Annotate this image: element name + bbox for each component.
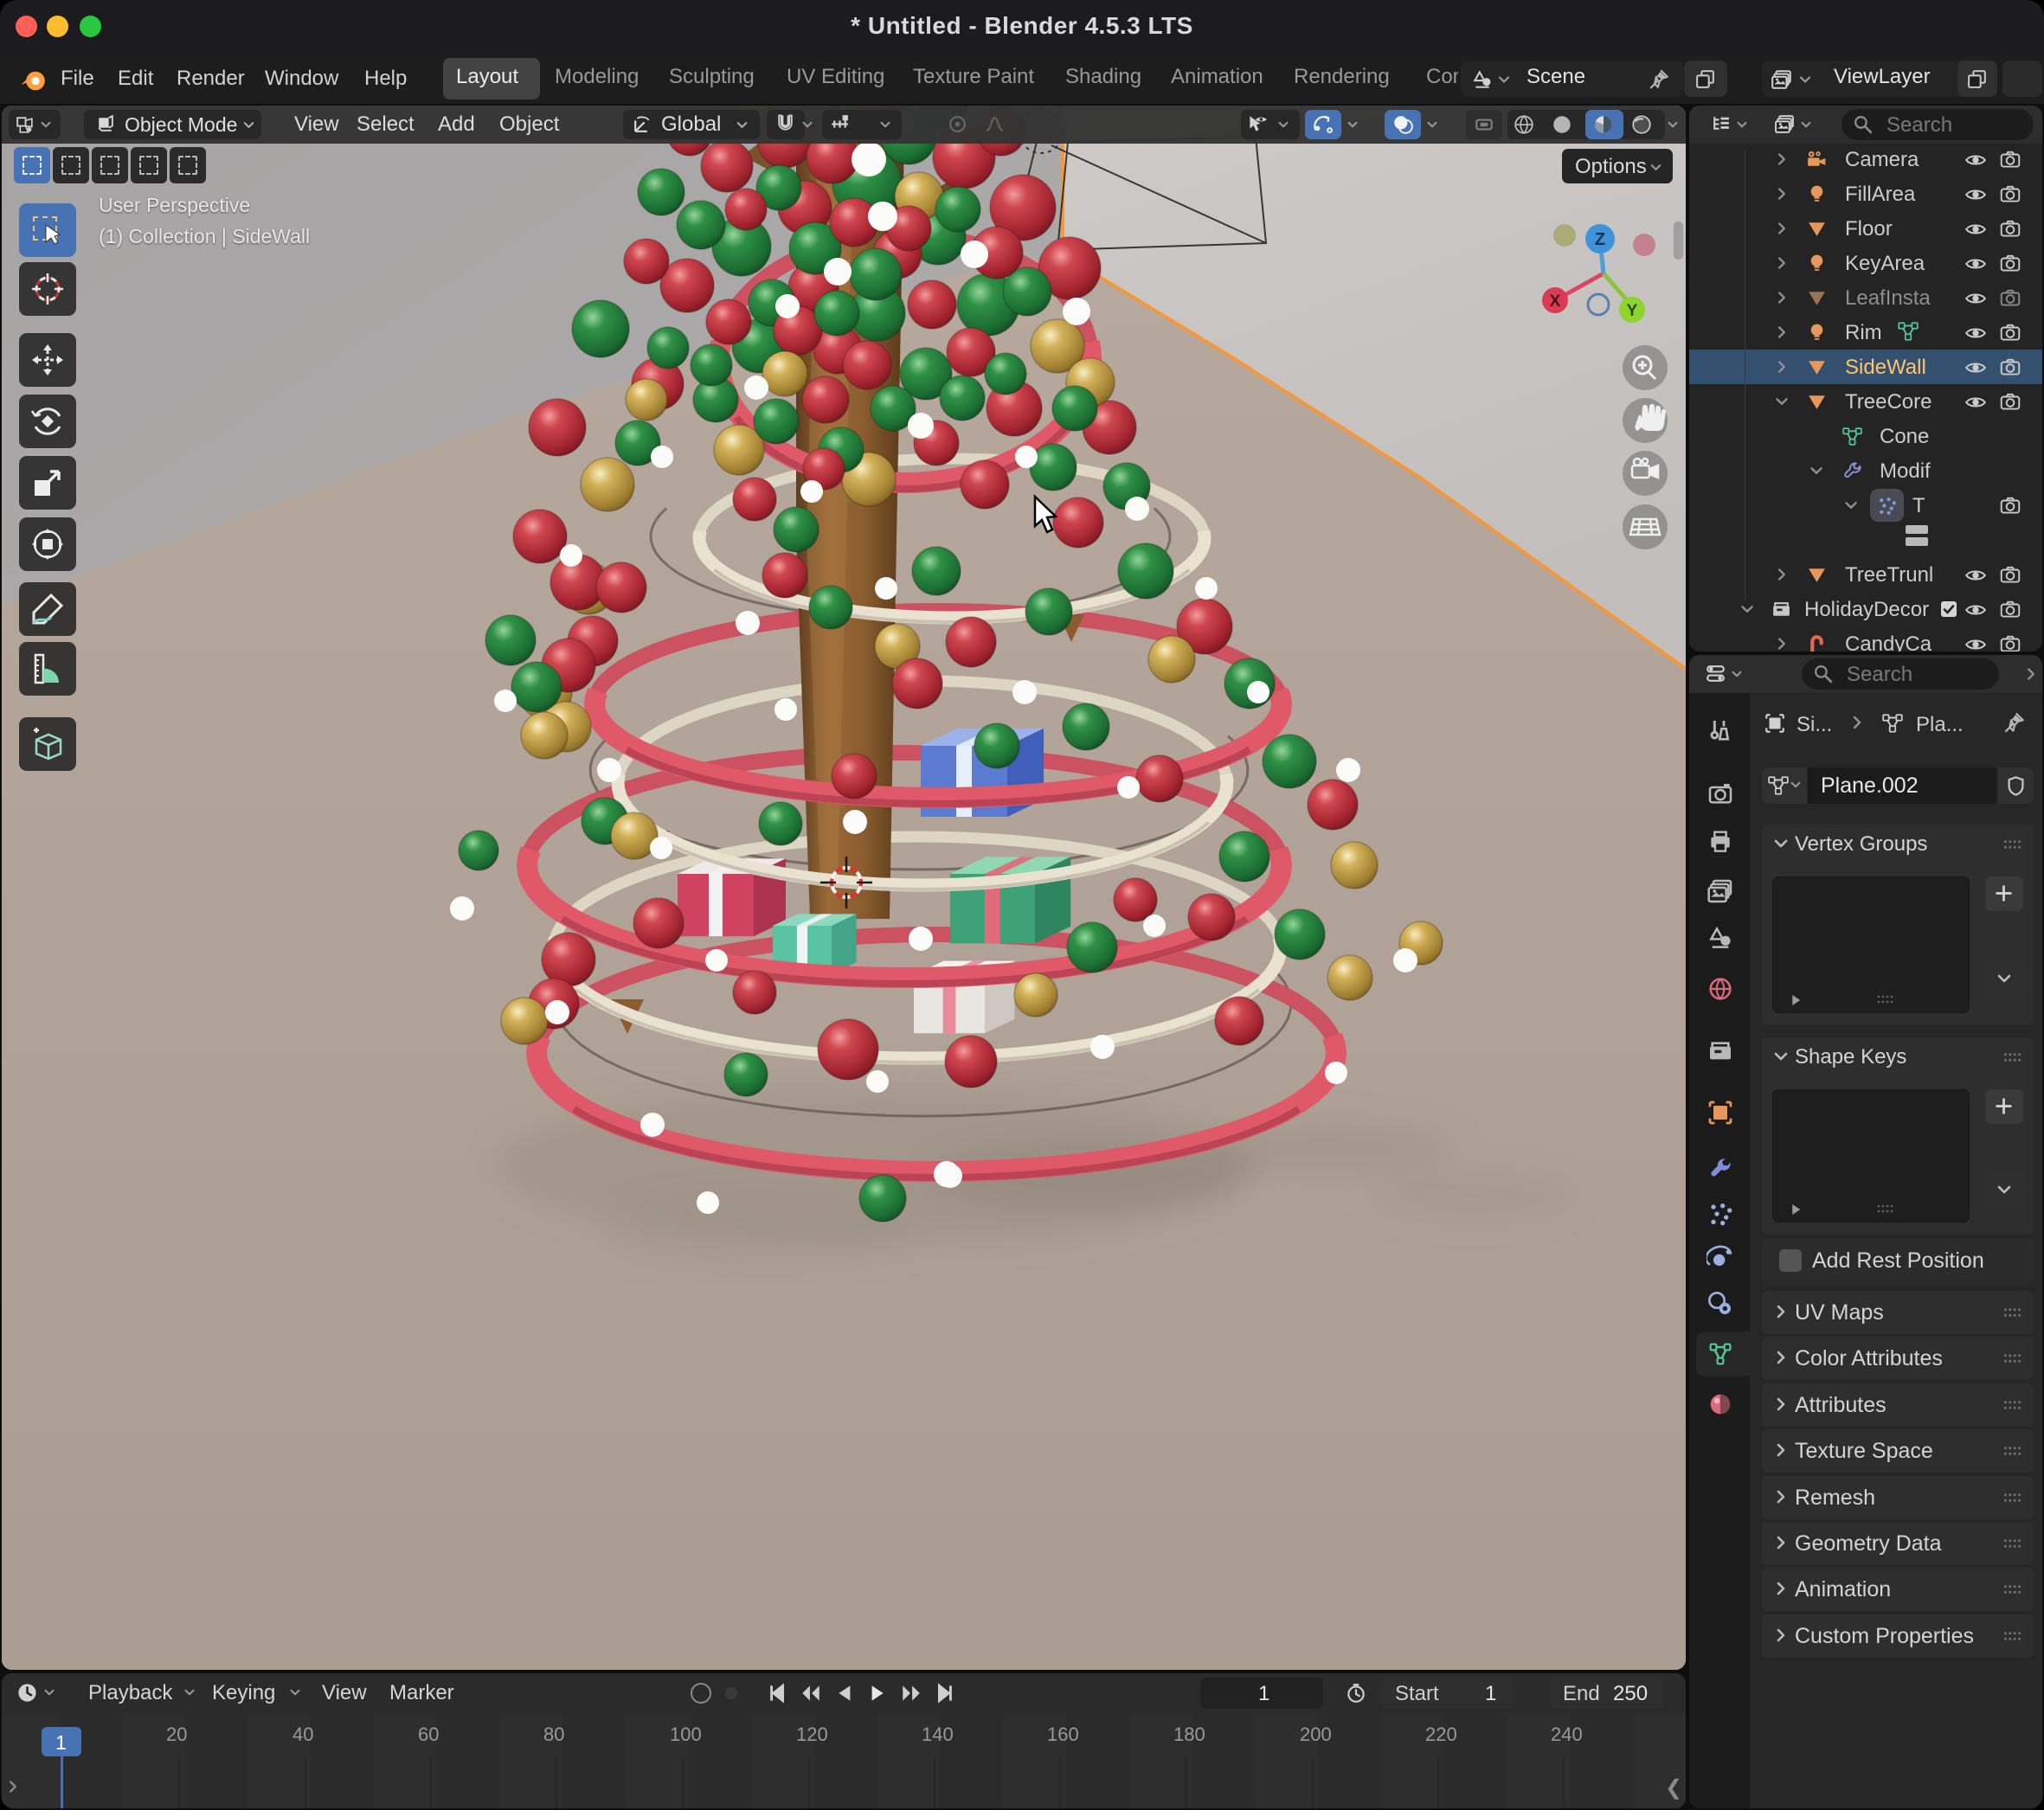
svg-text:X: X	[1550, 292, 1561, 311]
svg-text:Z: Z	[1595, 230, 1605, 249]
svg-text:Y: Y	[1627, 302, 1638, 320]
